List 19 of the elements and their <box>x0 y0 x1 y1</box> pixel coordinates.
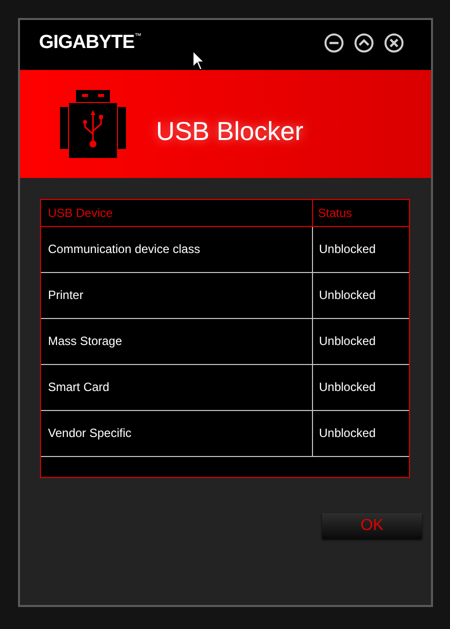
table-cell-text: Unblocked <box>318 287 377 304</box>
usb-robot-icon <box>60 90 126 158</box>
column-header: Status <box>317 205 354 222</box>
app-title: USB Blocker <box>156 114 304 148</box>
table-cell: Communication device class <box>41 227 313 272</box>
table-cell: Printer <box>41 273 313 318</box>
ok-button[interactable]: OK <box>322 513 422 539</box>
collapse-icon[interactable] <box>354 33 374 53</box>
table-cell-text: Unblocked <box>318 379 377 396</box>
table-cell: Smart Card <box>41 365 313 410</box>
logo: GIGABYTE <box>39 33 134 52</box>
table-cell-text: Unblocked <box>318 241 377 258</box>
column-header: USB Device <box>41 200 313 226</box>
minimize-icon[interactable] <box>324 33 344 53</box>
table-cell: Mass Storage <box>41 319 313 364</box>
table-cell-text: Unblocked <box>318 333 377 350</box>
table-cell: Vendor Specific <box>41 411 313 456</box>
table-cell-text: Unblocked <box>318 425 377 442</box>
close-icon[interactable] <box>384 33 404 53</box>
